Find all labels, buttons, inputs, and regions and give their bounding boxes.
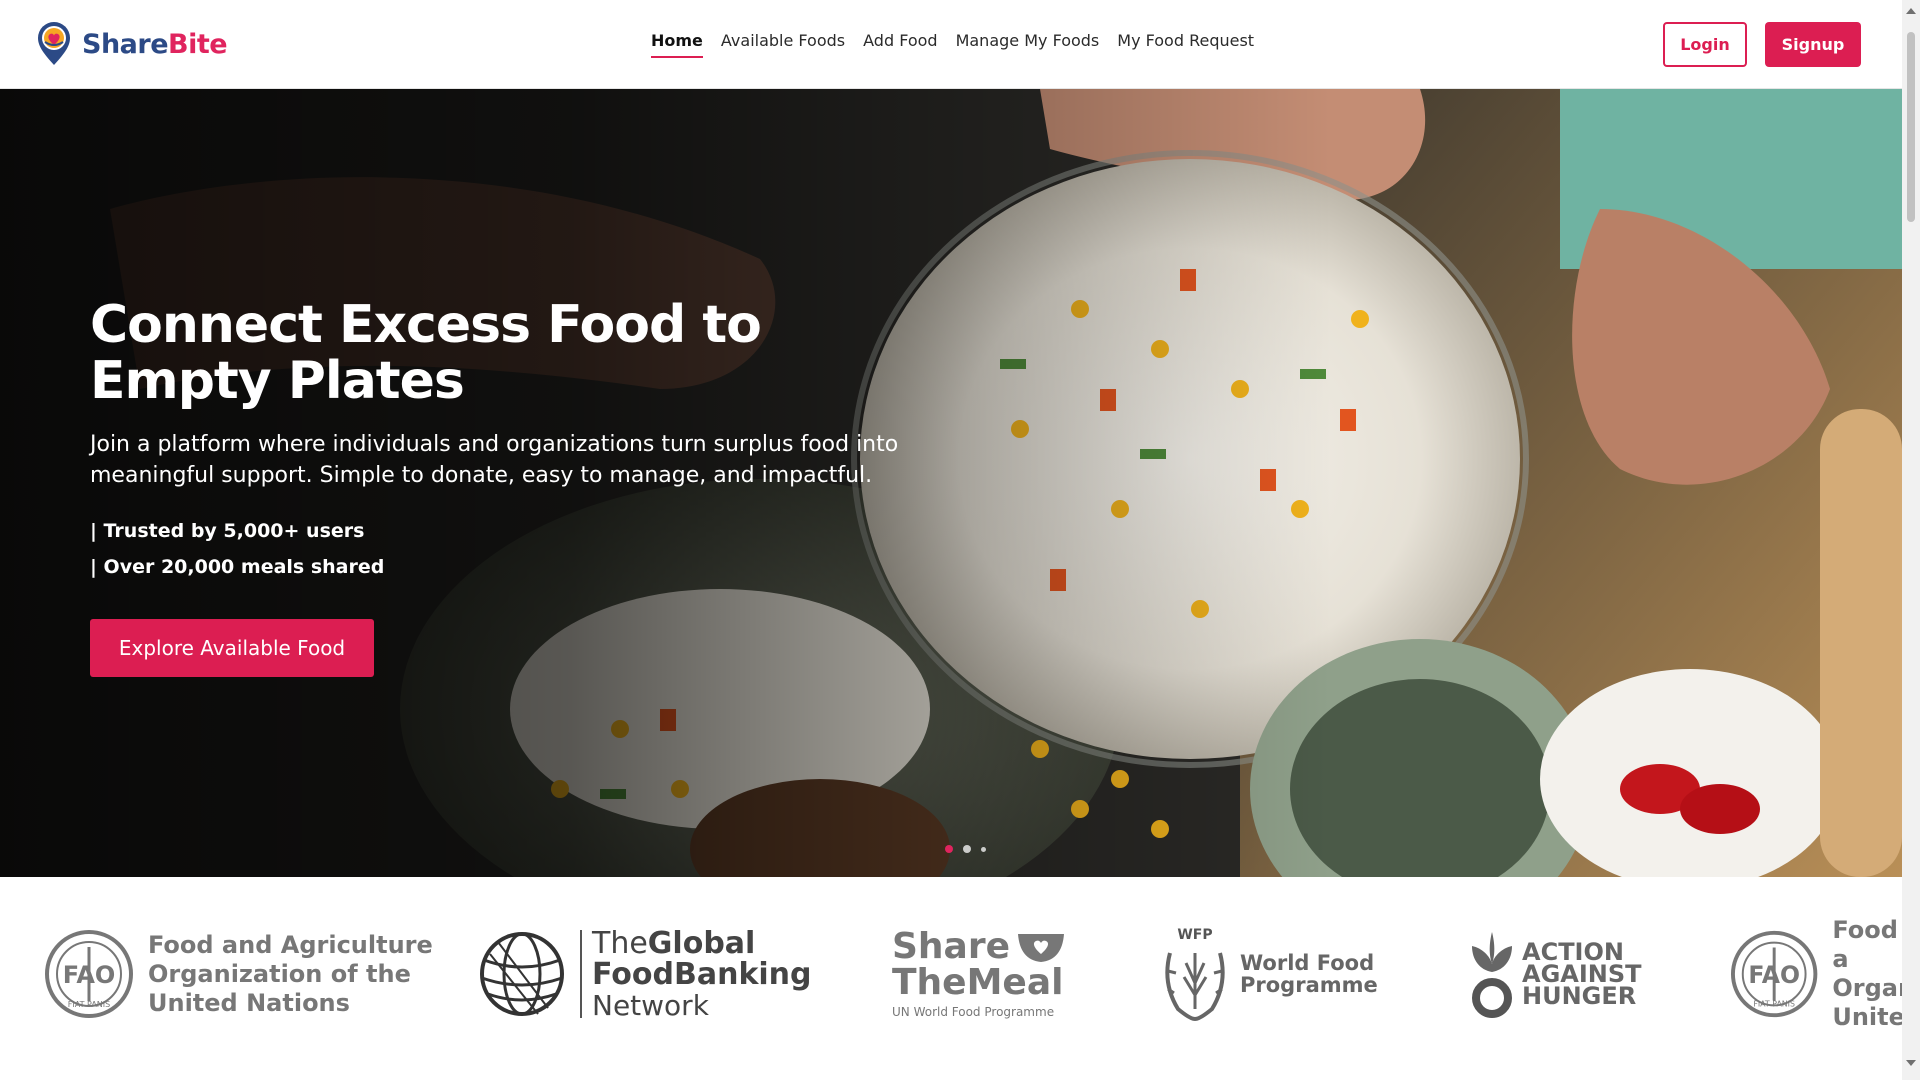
hero-carousel: Connect Excess Food to Empty Plates Join… <box>0 89 1902 877</box>
fao-repeat-line1: Food a <box>1832 916 1898 973</box>
gfn-divider <box>580 930 582 1018</box>
partner-fao: FAO FIAT PANIS Food and Agriculture Orga… <box>44 919 433 1029</box>
hero-subtitle: Join a platform where individuals and or… <box>90 432 899 488</box>
stm-line2: TheMeal <box>892 962 1064 1003</box>
nav-available-foods-link[interactable]: Available Foods <box>721 31 845 58</box>
scroll-down-arrow-icon[interactable] <box>1906 1060 1916 1066</box>
stm-line1: Share <box>892 926 1011 967</box>
wfp-emblem: WFP <box>1160 927 1230 1021</box>
aah-name-line3: HUNGER <box>1522 982 1637 1010</box>
brand[interactable]: ShareBite <box>36 21 228 67</box>
hero-title: Connect Excess Food to Empty Plates <box>90 297 990 409</box>
hero-title-line1: Connect Excess Food to <box>90 295 762 355</box>
fao-emblem-motto: FIAT PANIS <box>68 1000 110 1009</box>
login-button[interactable]: Login <box>1663 22 1747 67</box>
fao-name-line1: Food and Agriculture <box>148 930 433 959</box>
carousel-dot-3[interactable] <box>981 846 986 852</box>
navbar: ShareBite Home Available Foods Add Food … <box>0 0 1902 89</box>
hero-stats: | Trusted by 5,000+ users | Over 20,000 … <box>90 513 990 585</box>
wfp-name: World Food Programme <box>1240 952 1378 996</box>
partner-sharethemeal: Share TheMeal UN World Food Programme <box>892 919 1066 1029</box>
carousel-pagination <box>945 845 986 853</box>
carousel-dot-2[interactable] <box>963 845 971 853</box>
partner-wfp: WFP World Food Programme <box>1160 919 1378 1029</box>
fao-repeat-line2: Organ <box>1832 974 1902 1002</box>
partner-logos-strip: FAO FIAT PANIS Food and Agriculture Orga… <box>0 877 1902 1080</box>
partner-action-against-hunger: ACTION AGAINST HUNGER <box>1470 919 1642 1029</box>
partner-fao-repeat: FAO FIAT PANIS Food a Organ Unitec <box>1730 916 1902 1032</box>
fao-repeat-emblem-motto: FIAT PANIS <box>1753 999 1795 1008</box>
wfp-name-line2: Programme <box>1240 973 1378 997</box>
sharebite-logo-icon <box>38 22 70 65</box>
nav-manage-my-foods-link[interactable]: Manage My Foods <box>956 31 1100 58</box>
scroll-up-arrow-icon[interactable] <box>1906 8 1916 14</box>
signup-button[interactable]: Signup <box>1765 22 1861 67</box>
stm-wordmark: Share TheMeal UN World Food Programme <box>892 929 1066 1019</box>
stm-sub: UN World Food Programme <box>892 1005 1055 1019</box>
nav-home-link[interactable]: Home <box>651 31 703 58</box>
wfp-name-line1: World Food <box>1240 951 1375 975</box>
brand-name-part2: Bite <box>168 28 228 60</box>
aah-name: ACTION AGAINST HUNGER <box>1522 940 1642 1010</box>
hero-title-line2: Empty Plates <box>90 351 465 411</box>
fao-name-line3: United Nations <box>148 988 350 1017</box>
brand-name: ShareBite <box>82 28 228 60</box>
partner-global-foodbanking-network: TheGlobal FoodBanking Network <box>478 919 812 1029</box>
fao-repeat-line3: Unitec <box>1832 1003 1902 1031</box>
gfn-global: Global <box>647 925 756 961</box>
heart-bowl-icon <box>1018 934 1065 962</box>
nav-my-food-request-link[interactable]: My Food Request <box>1117 31 1254 58</box>
gfn-name: TheGlobal FoodBanking Network <box>592 928 812 1021</box>
main-nav: Home Available Foods Add Food Manage My … <box>651 31 1254 58</box>
gfn-name-line1: TheGlobal <box>592 928 812 959</box>
scrollbar-thumb[interactable] <box>1907 32 1915 222</box>
gfn-name-line3: Network <box>592 988 709 1022</box>
fao-emblem-repeat-logo-icon: FAO FIAT PANIS <box>1730 930 1818 1018</box>
page-scrollbar[interactable] <box>1902 0 1920 1080</box>
hero-content: Connect Excess Food to Empty Plates Join… <box>90 297 990 677</box>
fao-repeat-name: Food a Organ Unitec <box>1832 916 1902 1032</box>
gfn-name-line2: FoodBanking <box>592 956 812 992</box>
explore-available-food-button[interactable]: Explore Available Food <box>90 619 374 677</box>
hero-stat-meals: | Over 20,000 meals shared <box>90 556 385 578</box>
fao-name: Food and Agriculture Organization of the… <box>148 931 433 1018</box>
gfn-the: The <box>592 925 648 961</box>
fao-emblem-logo-icon: FAO FIAT PANIS <box>45 930 133 1018</box>
wfp-wreath-logo-icon <box>1165 952 1225 1021</box>
wfp-abbr: WFP <box>1177 927 1213 943</box>
nav-add-food-link[interactable]: Add Food <box>863 31 937 58</box>
carousel-dot-1[interactable] <box>945 845 953 853</box>
fao-name-line2: Organization of the <box>148 959 411 988</box>
hero-stat-users: | Trusted by 5,000+ users <box>90 520 365 542</box>
globe-logo-icon <box>480 932 564 1016</box>
brand-name-part1: Share <box>82 28 169 60</box>
aah-plant-logo-icon <box>1472 932 1512 1018</box>
